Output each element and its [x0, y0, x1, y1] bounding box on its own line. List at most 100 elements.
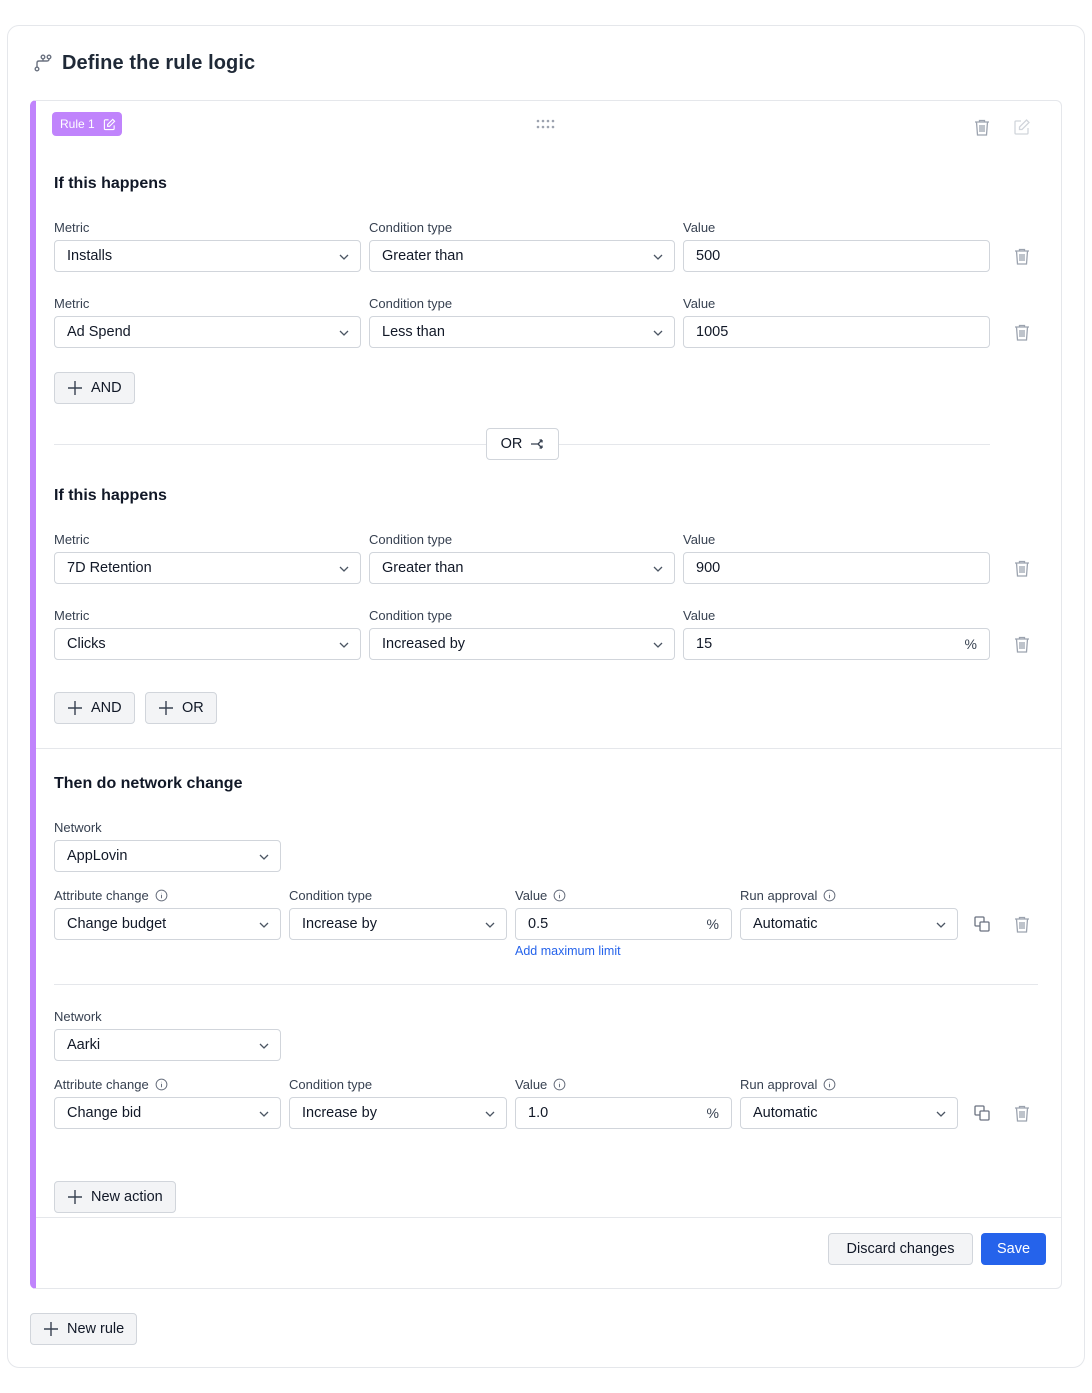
network-label: Network — [54, 1009, 102, 1024]
or-divider-line — [559, 444, 990, 445]
attribute-change-label-text: Attribute change — [54, 888, 149, 903]
condition-type-value: Greater than — [382, 248, 464, 264]
add-maximum-limit-link[interactable]: Add maximum limit — [515, 944, 621, 958]
info-icon[interactable] — [823, 889, 836, 902]
condition-type-select[interactable]: Increase by — [289, 908, 507, 940]
or-toggle-button[interactable]: OR — [486, 428, 559, 460]
add-and-condition-button[interactable]: AND — [54, 692, 135, 724]
condition-type-select[interactable]: Increased by — [369, 628, 675, 660]
value-input[interactable]: 1.0 % — [515, 1097, 732, 1129]
footer-divider — [36, 1217, 1061, 1218]
save-button[interactable]: Save — [981, 1233, 1046, 1265]
delete-condition-button[interactable] — [1010, 320, 1034, 344]
chevron-down-icon — [653, 566, 663, 572]
delete-action-button[interactable] — [1010, 1101, 1034, 1125]
condition-type-value: Greater than — [382, 560, 464, 576]
info-icon[interactable] — [553, 1078, 566, 1091]
condition-type-select[interactable]: Greater than — [369, 240, 675, 272]
drag-handle-icon[interactable] — [535, 118, 557, 130]
network-select-value: AppLovin — [67, 848, 128, 864]
value-input[interactable]: 15 % — [683, 628, 990, 660]
run-approval-select[interactable]: Automatic — [740, 1097, 958, 1129]
info-icon[interactable] — [155, 889, 168, 902]
run-approval-select[interactable]: Automatic — [740, 908, 958, 940]
metric-select[interactable]: Ad Spend — [54, 316, 361, 348]
merge-arrow-icon — [531, 439, 544, 449]
chevron-down-icon — [936, 922, 946, 928]
condition-group-title: If this happens — [54, 175, 167, 192]
page-title: Define the rule logic — [62, 51, 256, 74]
network-select-value: Aarki — [67, 1037, 101, 1053]
condition-type-select[interactable]: Increase by — [289, 1097, 507, 1129]
value-label: Value — [515, 1077, 566, 1092]
condition-type-select[interactable]: Less than — [369, 316, 675, 348]
copy-icon — [974, 1105, 990, 1121]
metric-label: Metric — [54, 220, 90, 235]
chevron-down-icon — [485, 1111, 495, 1117]
trash-icon — [1015, 636, 1029, 653]
new-action-label: New action — [91, 1189, 163, 1205]
info-icon[interactable] — [155, 1078, 168, 1091]
add-and-condition-button[interactable]: AND — [54, 372, 135, 404]
value-label: Value — [683, 220, 716, 235]
edit-icon[interactable] — [103, 118, 116, 131]
value-input[interactable]: 500 — [683, 240, 990, 272]
condition-type-select[interactable]: Greater than — [369, 552, 675, 584]
edit-rule-button[interactable] — [1010, 115, 1034, 139]
rule-name-label: Rule 1 — [60, 117, 95, 131]
condition-group-title: If this happens — [54, 487, 167, 504]
delete-condition-button[interactable] — [1010, 632, 1034, 656]
metric-select[interactable]: 7D Retention — [54, 552, 361, 584]
attribute-change-label-text: Attribute change — [54, 1077, 149, 1092]
metric-select-value: Installs — [67, 248, 113, 264]
network-label: Network — [54, 820, 102, 835]
or-divider-line — [54, 444, 486, 445]
section-divider — [36, 748, 1061, 749]
delete-condition-button[interactable] — [1010, 244, 1034, 268]
new-action-button[interactable]: New action — [54, 1181, 176, 1213]
trash-icon — [975, 119, 989, 136]
condition-type-label: Condition type — [289, 888, 373, 903]
value-input[interactable]: 1005 — [683, 316, 990, 348]
chevron-down-icon — [653, 642, 663, 648]
attribute-change-label: Attribute change — [54, 888, 168, 903]
condition-type-value: Less than — [382, 324, 445, 340]
condition-type-value: Increase by — [302, 1105, 377, 1121]
attribute-change-value: Change budget — [67, 916, 167, 932]
run-approval-label-text: Run approval — [740, 888, 818, 903]
condition-type-label: Condition type — [369, 608, 453, 623]
info-icon[interactable] — [553, 889, 566, 902]
attribute-change-value: Change bid — [67, 1105, 142, 1121]
page-header: Define the rule logic — [33, 50, 255, 76]
metric-select[interactable]: Installs — [54, 240, 361, 272]
rule-name-badge[interactable]: Rule 1 — [52, 112, 122, 136]
chevron-down-icon — [259, 854, 269, 860]
delete-action-button[interactable] — [1010, 912, 1034, 936]
plus-icon — [68, 1190, 82, 1204]
attribute-change-select[interactable]: Change budget — [54, 908, 281, 940]
metric-select-value: 7D Retention — [67, 560, 152, 576]
new-rule-button[interactable]: New rule — [30, 1313, 138, 1345]
action-divider — [54, 984, 1038, 985]
attribute-change-select[interactable]: Change bid — [54, 1097, 281, 1129]
chevron-down-icon — [259, 1111, 269, 1117]
duplicate-action-button[interactable] — [970, 912, 994, 936]
network-select[interactable]: Aarki — [54, 1029, 281, 1061]
run-approval-value: Automatic — [753, 1105, 818, 1121]
add-or-label: OR — [182, 700, 204, 716]
value-input[interactable]: 900 — [683, 552, 990, 584]
metric-select[interactable]: Clicks — [54, 628, 361, 660]
discard-changes-button[interactable]: Discard changes — [828, 1233, 973, 1265]
add-or-group-button[interactable]: OR — [145, 692, 217, 724]
info-icon[interactable] — [823, 1078, 836, 1091]
chevron-down-icon — [259, 922, 269, 928]
duplicate-action-button[interactable] — [970, 1101, 994, 1125]
delete-condition-button[interactable] — [1010, 556, 1034, 580]
value-input-text: 1.0 — [528, 1105, 549, 1121]
network-select[interactable]: AppLovin — [54, 840, 281, 872]
delete-rule-button[interactable] — [970, 115, 994, 139]
attribute-change-label: Attribute change — [54, 1077, 168, 1092]
condition-type-label: Condition type — [369, 220, 453, 235]
value-input[interactable]: 0.5 % — [515, 908, 732, 940]
plus-icon — [68, 381, 82, 395]
